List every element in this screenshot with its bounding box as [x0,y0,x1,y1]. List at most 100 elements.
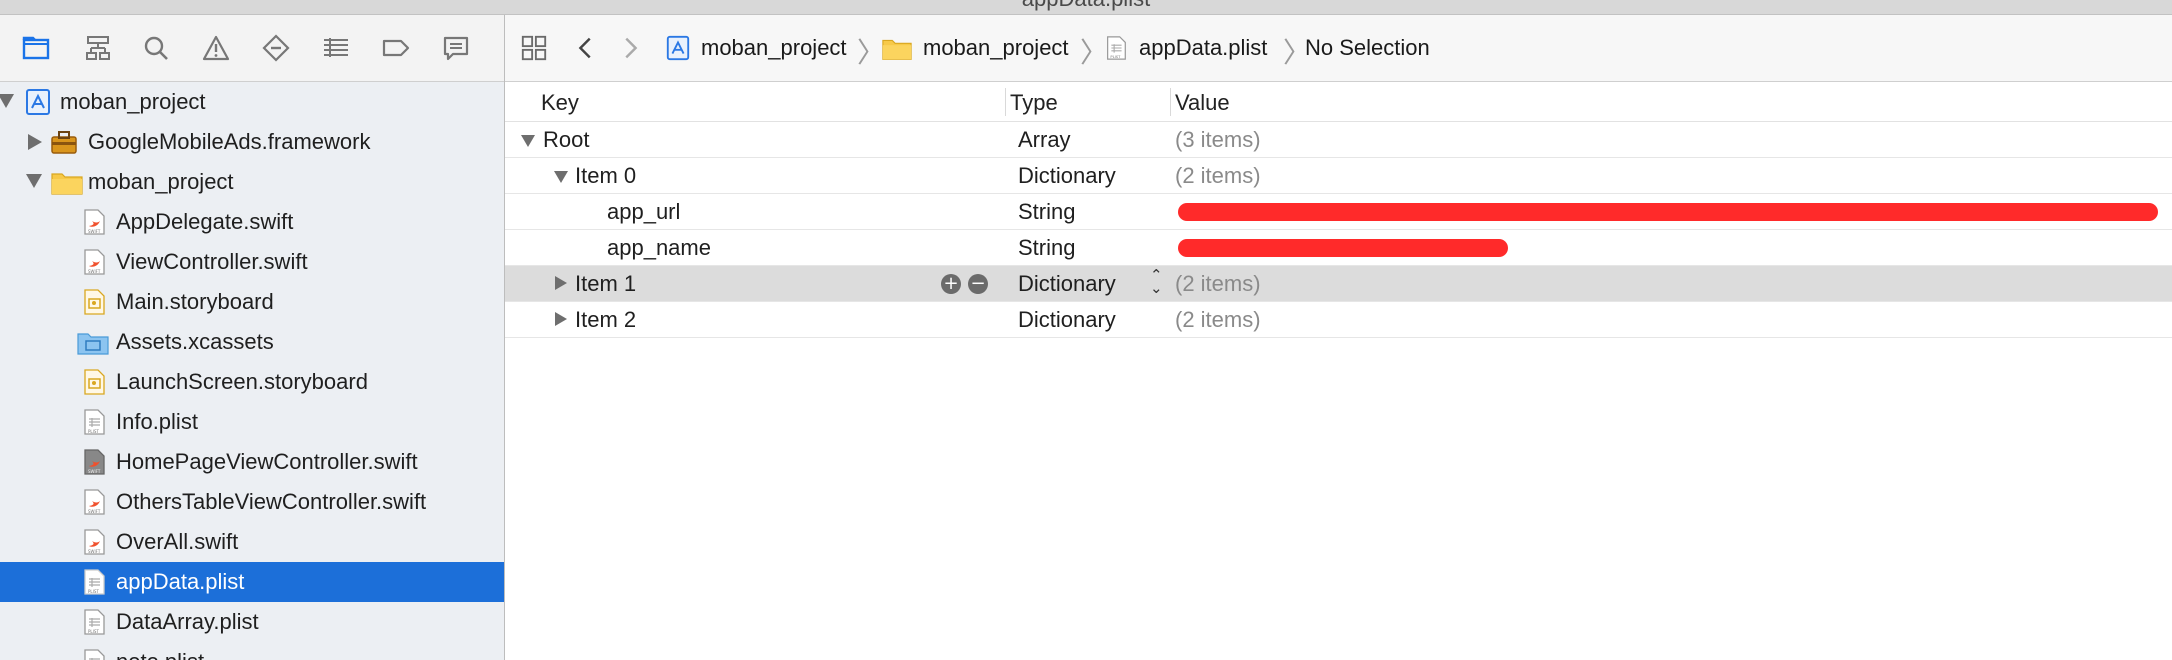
tree-item-label: Assets.xcassets [116,329,274,354]
column-divider[interactable] [1170,88,1171,116]
disclosure-open-icon[interactable] [521,135,535,147]
breadcrumb-folder[interactable]: moban_project [881,32,1069,64]
breadcrumb-label: moban_project [923,35,1069,60]
plist-type[interactable]: String [1018,199,1075,225]
plist-key: app_url [607,199,681,224]
plist-row-item[interactable]: Item 0 Dictionary (2 items) [505,158,2172,194]
column-header-key[interactable]: Key [541,90,579,116]
disclosure-closed-icon[interactable] [555,312,567,326]
column-divider[interactable] [1005,88,1006,116]
swift-file-icon: SWIFT [84,249,105,275]
debug-list-icon[interactable] [320,32,352,64]
svg-text:SWIFT: SWIFT [88,269,101,274]
tree-item-file[interactable]: PLIST DataArray.plist [0,602,504,642]
breadcrumb-file[interactable]: PLIST appData.plist [1103,32,1267,64]
breakpoint-icon[interactable] [380,32,412,64]
plist-row-string[interactable]: app_name String [505,230,2172,266]
tree-item-group-folder[interactable]: moban_project [0,162,504,202]
yellow-folder-icon [882,39,912,60]
tree-item-project-root[interactable]: moban_project [0,82,504,122]
breadcrumb-selection[interactable]: No Selection [1305,32,1430,64]
plist-type[interactable]: Array [1018,127,1071,153]
disclosure-closed-icon[interactable] [555,276,567,290]
tree-item-file[interactable]: SWIFT OthersTableViewController.swift [0,482,504,522]
svg-text:PLIST: PLIST [88,589,99,594]
warning-icon[interactable] [200,32,232,64]
storyboard-file-icon [84,289,105,315]
tree-item-file[interactable]: LaunchScreen.storyboard [0,362,504,402]
tree-item-label: Info.plist [116,409,198,434]
plist-key: Item 1 [575,271,637,296]
redaction-mark [1178,203,2158,221]
type-popup-chevrons-icon[interactable]: ⌃ ⌄ [1150,268,1163,296]
disclosure-open-icon[interactable] [26,174,42,188]
plist-editor: moban_project 〉 moban_project 〉 PLIST ap… [505,15,2172,660]
plist-value: (3 items) [1175,127,1261,152]
plist-row-string[interactable]: app_url String [505,194,2172,230]
plist-type[interactable]: Dictionary [1018,307,1116,333]
plist-file-icon: PLIST [84,609,105,635]
svg-text:SWIFT: SWIFT [88,509,101,514]
svg-text:SWIFT: SWIFT [88,229,101,234]
plist-file-icon [84,649,105,660]
asset-catalog-icon [77,333,109,355]
navigator-toolbar [0,15,504,82]
forward-chevron-icon[interactable] [615,32,645,64]
tree-item-label: LaunchScreen.storyboard [116,369,368,394]
tree-item-file[interactable]: SWIFT ViewController.swift [0,242,504,282]
hierarchy-icon[interactable] [82,32,114,64]
plist-key: app_name [607,235,711,260]
disclosure-open-icon[interactable] [0,94,14,108]
plist-type[interactable]: Dictionary [1018,163,1116,189]
tree-item-label: note.plist [116,649,204,660]
swift-file-icon: SWIFT [84,209,105,235]
breadcrumb-label: No Selection [1305,35,1430,60]
xcode-project-icon [666,35,690,61]
plist-file-icon: PLIST [84,569,105,595]
tree-item-file[interactable]: PLIST Info.plist [0,402,504,442]
xcode-project-icon [26,89,50,115]
redaction-mark [1178,239,1508,257]
plist-row-item-hovered[interactable]: Item 1 + − Dictionary ⌃ ⌄ (2 items) [505,266,2172,302]
column-header-value[interactable]: Value [1175,90,1230,116]
column-header-type[interactable]: Type [1010,90,1058,116]
disclosure-closed-icon[interactable] [28,134,42,150]
yellow-folder-icon [51,173,83,195]
disclosure-open-icon[interactable] [554,171,568,183]
search-icon[interactable] [140,32,172,64]
svg-text:SWIFT: SWIFT [88,469,101,474]
remove-row-icon[interactable]: − [968,274,988,294]
test-diamond-icon[interactable] [260,32,292,64]
plist-row-item[interactable]: Item 2 Dictionary (2 items) [505,302,2172,338]
swift-file-icon: SWIFT [84,449,105,475]
report-bubble-icon[interactable] [440,32,472,64]
plist-file-icon: PLIST [84,409,105,435]
plist-row-root[interactable]: Root Array (3 items) [505,122,2172,158]
tree-item-file[interactable]: note.plist [0,642,504,660]
breadcrumb-project[interactable]: moban_project [665,32,847,64]
tree-item-label: GoogleMobileAds.framework [88,129,371,154]
tree-item-label: OthersTableViewController.swift [116,489,427,514]
tree-item-file[interactable]: SWIFT AppDelegate.swift [0,202,504,242]
svg-text:PLIST: PLIST [88,429,99,434]
framework-toolbox-icon [51,131,77,154]
tree-item-file[interactable]: Assets.xcassets [0,322,504,362]
tree-item-framework[interactable]: GoogleMobileAds.framework [0,122,504,162]
add-row-icon[interactable]: + [941,274,961,294]
jump-bar: moban_project 〉 moban_project 〉 PLIST ap… [505,15,2172,82]
breadcrumb-label: appData.plist [1139,35,1268,60]
related-items-grid-icon[interactable] [519,32,549,64]
tree-item-label: moban_project [88,169,234,194]
plist-type[interactable]: String [1018,235,1075,261]
tree-item-file[interactable]: SWIFT OverAll.swift [0,522,504,562]
project-navigator: moban_project GoogleMobileAds.framework … [0,15,505,660]
tree-item-file[interactable]: Main.storyboard [0,282,504,322]
folder-icon[interactable] [20,32,52,64]
tree-item-file[interactable]: SWIFT HomePageViewController.swift [0,442,504,482]
tree-item-file-selected[interactable]: PLIST appData.plist [0,562,504,602]
plist-type[interactable]: Dictionary [1018,271,1116,297]
plist-value: (2 items) [1175,307,1261,332]
plist-key: Item 2 [575,307,637,332]
tree-item-label: DataArray.plist [116,609,259,634]
back-chevron-icon[interactable] [571,32,601,64]
